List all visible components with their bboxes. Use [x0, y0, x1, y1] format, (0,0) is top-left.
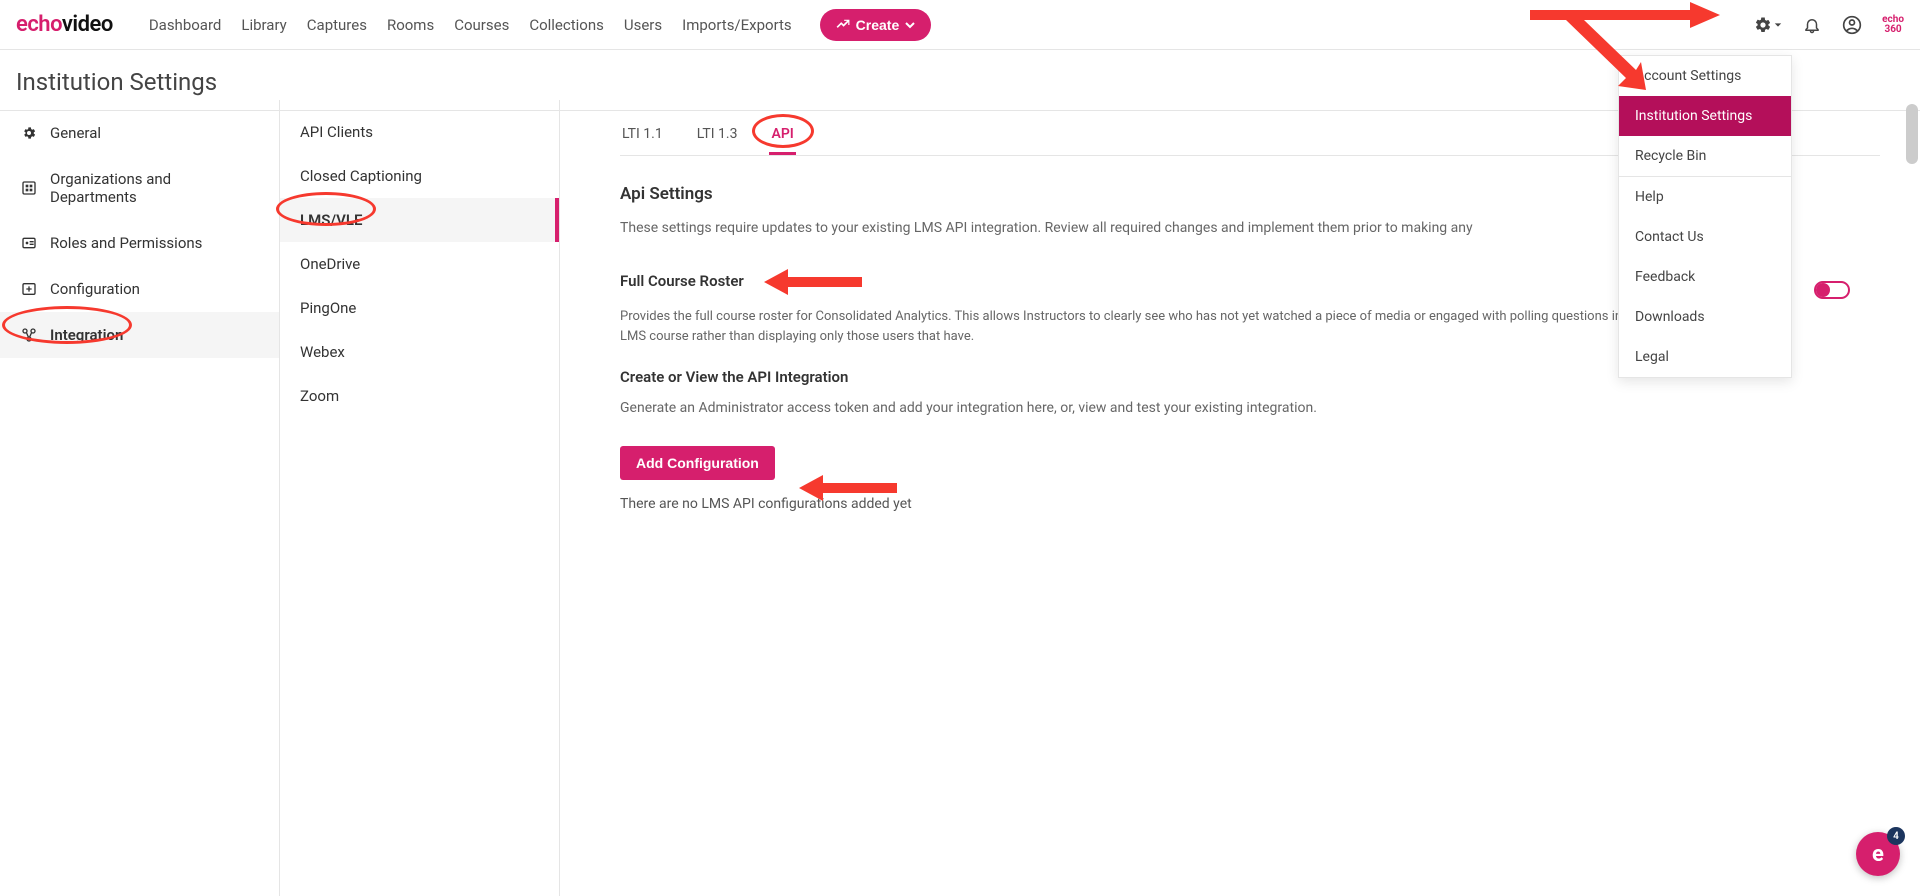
config-icon: [20, 280, 38, 298]
menu-institution-settings[interactable]: Institution Settings: [1619, 96, 1791, 136]
menu-recycle-bin[interactable]: Recycle Bin: [1619, 136, 1791, 176]
brand-part2: video: [62, 12, 113, 37]
sidebar-item-roles[interactable]: Roles and Permissions: [0, 220, 279, 266]
annotation-arrow-add-config: [799, 473, 897, 503]
menu-contact-us[interactable]: Contact Us: [1619, 217, 1791, 257]
integration-icon: [20, 326, 38, 344]
menu-legal[interactable]: Legal: [1619, 337, 1791, 377]
nav-library[interactable]: Library: [241, 16, 286, 34]
create-label: Create: [856, 17, 900, 33]
menu-help[interactable]: Help: [1619, 177, 1791, 217]
sidebar-label: General: [50, 124, 101, 142]
brand-part1: echo: [16, 12, 62, 37]
top-bar: echovideo Dashboard Library Captures Roo…: [0, 0, 1920, 50]
brand-logo[interactable]: echovideo: [16, 12, 113, 37]
roster-title-text: Full Course Roster: [620, 272, 744, 290]
nav-rooms[interactable]: Rooms: [387, 16, 434, 34]
sidebar-label: Integration: [50, 326, 123, 344]
create-icon: [836, 18, 850, 32]
top-left: echovideo Dashboard Library Captures Roo…: [16, 9, 931, 41]
integration-subnav: API Clients Closed Captioning LMS/VLE On…: [280, 100, 560, 896]
nav-captures[interactable]: Captures: [307, 16, 367, 34]
sidebar-label: Roles and Permissions: [50, 234, 202, 252]
subnav-label: LMS/VLE: [300, 211, 362, 229]
sidebar-label: Organizations and Departments: [50, 170, 259, 206]
mini-logo-line2: 360: [1882, 25, 1904, 35]
sidebar-item-general[interactable]: General: [0, 110, 279, 156]
sidebar-item-integration[interactable]: Integration: [0, 312, 279, 358]
create-button[interactable]: Create: [820, 9, 932, 41]
roles-icon: [20, 234, 38, 252]
top-right: echo 360 Account Settings Institution Se…: [1754, 15, 1904, 35]
sidebar-item-orgs[interactable]: Organizations and Departments: [0, 156, 279, 220]
user-circle-icon: [1842, 15, 1862, 35]
create-view-desc: Generate an Administrator access token a…: [620, 400, 1880, 416]
subnav-closed-captioning[interactable]: Closed Captioning: [280, 154, 559, 198]
api-settings-desc: These settings require updates to your e…: [620, 218, 1620, 239]
echo360-mini-logo[interactable]: echo 360: [1882, 15, 1904, 35]
help-bubble-letter: e: [1872, 842, 1884, 867]
annotation-arrow-gear: [1530, 0, 1720, 32]
subnav-zoom[interactable]: Zoom: [280, 374, 559, 418]
chevron-down-icon: [905, 20, 915, 30]
nav-users[interactable]: Users: [624, 16, 662, 34]
help-bubble[interactable]: e 4: [1856, 832, 1900, 876]
subnav-lms-vle[interactable]: LMS/VLE: [280, 198, 559, 242]
subnav-api-clients[interactable]: API Clients: [280, 110, 559, 154]
help-bubble-badge: 4: [1887, 827, 1905, 845]
sidebar-label: Configuration: [50, 280, 140, 298]
mini-logo-line1: echo: [1882, 15, 1904, 25]
tab-lti13[interactable]: LTI 1.3: [695, 116, 740, 155]
menu-account-settings[interactable]: Account Settings: [1619, 56, 1791, 96]
add-config-row: Add Configuration: [620, 416, 1880, 480]
account-button[interactable]: [1842, 15, 1862, 35]
gear-icon: [20, 124, 38, 142]
roster-desc: Provides the full course roster for Cons…: [620, 307, 1670, 346]
notifications-button[interactable]: [1802, 15, 1822, 35]
tab-lti11[interactable]: LTI 1.1: [620, 116, 665, 155]
settings-dropdown: Account Settings Institution Settings Re…: [1618, 55, 1792, 378]
nav-dashboard[interactable]: Dashboard: [149, 16, 222, 34]
menu-feedback[interactable]: Feedback: [1619, 257, 1791, 297]
tab-api-label: API: [771, 126, 793, 142]
caret-down-icon: [1774, 21, 1782, 29]
org-icon: [20, 179, 38, 197]
subnav-onedrive[interactable]: OneDrive: [280, 242, 559, 286]
scrollbar[interactable]: [1906, 104, 1918, 164]
top-nav: Dashboard Library Captures Rooms Courses…: [149, 16, 792, 34]
menu-downloads[interactable]: Downloads: [1619, 297, 1791, 337]
nav-courses[interactable]: Courses: [454, 16, 509, 34]
annotation-arrow-roster: [764, 267, 862, 297]
settings-sidebar: General Organizations and Departments Ro…: [0, 100, 280, 896]
add-configuration-button[interactable]: Add Configuration: [620, 446, 775, 480]
subnav-pingone[interactable]: PingOne: [280, 286, 559, 330]
sidebar-item-configuration[interactable]: Configuration: [0, 266, 279, 312]
toggle-knob: [1816, 283, 1830, 297]
full-roster-toggle[interactable]: [1814, 281, 1850, 299]
tab-api[interactable]: API: [769, 116, 795, 155]
nav-collections[interactable]: Collections: [529, 16, 604, 34]
nav-imports-exports[interactable]: Imports/Exports: [682, 16, 792, 34]
settings-trigger[interactable]: [1754, 16, 1782, 34]
gear-icon: [1754, 16, 1772, 34]
subnav-webex[interactable]: Webex: [280, 330, 559, 374]
bell-icon: [1803, 16, 1821, 34]
